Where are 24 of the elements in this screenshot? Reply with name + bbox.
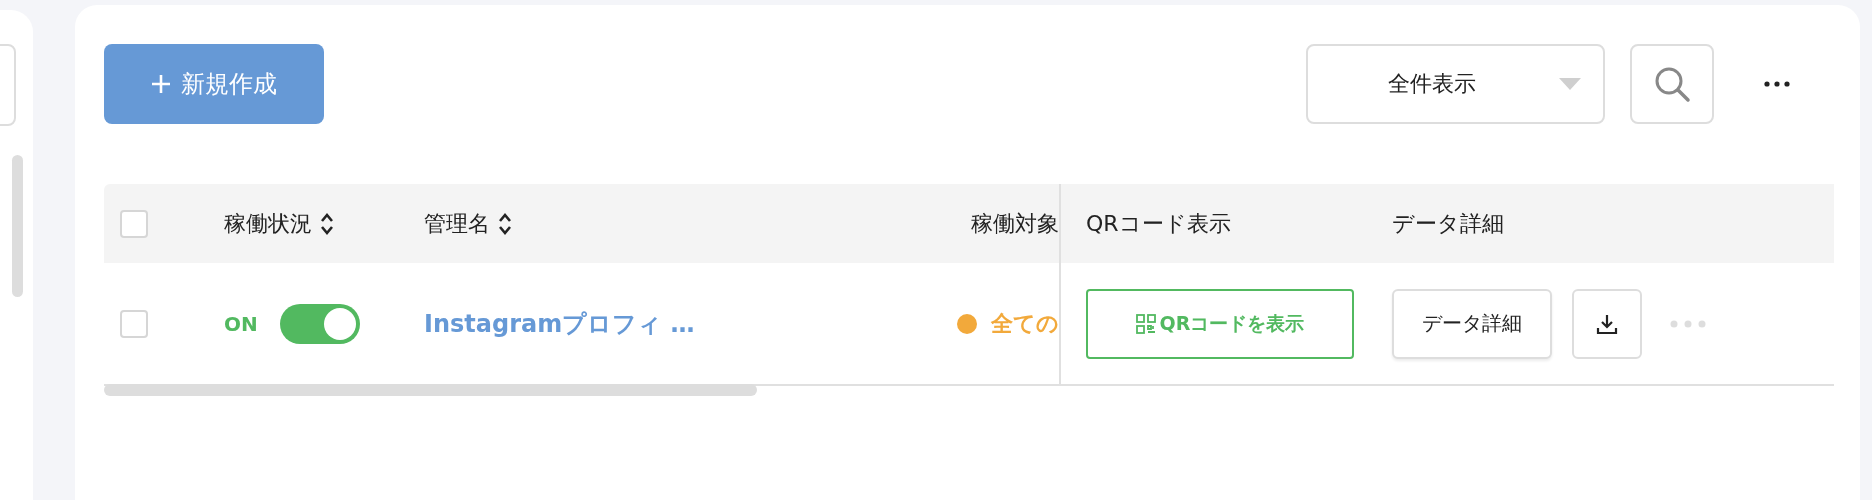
filter-dropdown[interactable]: 全件表示 [1306,44,1605,124]
search-button[interactable] [1630,44,1714,124]
checkbox[interactable] [120,209,148,238]
caret-icon [1559,78,1581,90]
status-label: ON [224,311,259,336]
column-header: 稼働対象 [971,209,1059,238]
download-icon [1596,312,1618,335]
sort-icon[interactable] [498,211,512,236]
plus-icon [151,74,171,94]
more-icon [1764,81,1790,87]
sort-icon[interactable] [320,211,334,236]
column-header[interactable]: 管理名 [424,208,512,239]
qr-code-icon [1135,313,1156,334]
column-header: データ詳細 [1392,209,1504,238]
checkbox[interactable] [120,309,148,338]
toggle-switch[interactable] [280,303,360,344]
scrollbar-thumb[interactable] [12,155,23,297]
scrollbar-thumb[interactable] [104,384,757,396]
data-detail-button[interactable]: データ詳細 [1392,288,1552,359]
column-header: QRコード表示 [1086,209,1231,238]
download-button[interactable] [1572,288,1642,359]
more-icon[interactable] [1670,319,1706,328]
target-text: 全ての [991,309,1059,338]
column-header[interactable]: 稼働状況 [224,208,334,239]
